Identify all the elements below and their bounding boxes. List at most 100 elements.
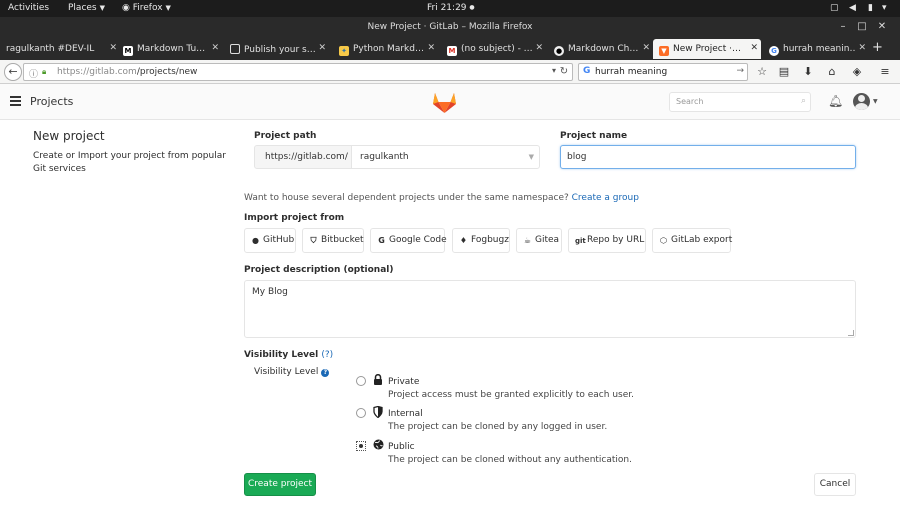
python-icon: ✦: [339, 46, 349, 56]
visibility-public-radio[interactable]: [356, 441, 366, 451]
namespace-hint-text: Want to house several dependent projects…: [244, 193, 569, 203]
app-menu[interactable]: ◉ Firefox ▼: [122, 3, 171, 13]
globe-icon: [372, 439, 384, 451]
arrow-left-icon: ←: [8, 65, 18, 78]
tab-publish[interactable]: Publish your s… ✕: [224, 39, 329, 59]
project-description-textarea[interactable]: My Blog: [244, 280, 856, 338]
close-window-icon[interactable]: ✕: [876, 21, 888, 33]
tab-markdown-tutorial[interactable]: M Markdown Tu… ✕: [117, 39, 222, 59]
app-menu-label: Firefox: [132, 3, 163, 13]
tab-new-project[interactable]: ▼ New Project ·… ✕: [653, 39, 761, 59]
git-icon: git: [575, 237, 586, 245]
close-tab-icon[interactable]: ✕: [109, 43, 117, 53]
bookmark-star-icon[interactable]: ☆: [754, 64, 770, 80]
close-tab-icon[interactable]: ✕: [535, 43, 543, 53]
activities-button[interactable]: Activities: [8, 3, 49, 13]
namespace-hint: Want to house several dependent projects…: [244, 193, 639, 203]
create-project-button[interactable]: Create project: [244, 473, 316, 496]
gitlab-search-input[interactable]: Search ⌕: [669, 92, 811, 112]
avatar[interactable]: [853, 93, 870, 110]
project-name-label: Project name: [560, 131, 628, 141]
clock[interactable]: Fri 21:29 ●: [427, 3, 475, 13]
close-tab-icon[interactable]: ✕: [211, 43, 219, 53]
tab-markdown-cheatsheet[interactable]: ● Markdown Ch… ✕: [548, 39, 653, 59]
firefox-icon: ◉: [122, 3, 130, 13]
import-repo-url-button[interactable]: gitRepo by URL: [568, 228, 646, 253]
library-icon[interactable]: ▤: [776, 64, 792, 80]
window-titlebar: New Project · GitLab – Mozilla Firefox –…: [0, 17, 900, 39]
arrow-right-icon[interactable]: →: [736, 66, 744, 76]
tab-gmail[interactable]: M (no subject) - … ✕: [441, 39, 546, 59]
search-bar[interactable]: G hurrah meaning →: [578, 63, 748, 81]
pocket-icon[interactable]: ◈: [849, 64, 865, 80]
lock-icon[interactable]: 🔒︎: [42, 67, 46, 77]
create-group-link[interactable]: Create a group: [572, 193, 639, 203]
import-github-label: GitHub: [263, 235, 295, 245]
places-menu[interactable]: Places ▼: [68, 3, 105, 13]
chevron-down-icon: ▼: [165, 4, 171, 12]
new-tab-button[interactable]: +: [872, 40, 886, 56]
menu-icon[interactable]: ≡: [877, 64, 893, 80]
close-tab-icon[interactable]: ✕: [318, 43, 326, 53]
system-menu-icon[interactable]: ▾: [882, 3, 887, 13]
url-path: /projects/new: [136, 67, 198, 77]
google-icon: G: [378, 236, 385, 245]
close-tab-icon[interactable]: ✕: [750, 43, 758, 53]
info-icon[interactable]: ⓘ: [29, 67, 38, 80]
resize-handle-icon[interactable]: [848, 330, 854, 336]
google-icon: G: [583, 66, 591, 76]
description-value: My Blog: [252, 287, 288, 297]
maximize-icon[interactable]: □: [856, 21, 868, 33]
visibility-sublabel: Visibility Level?: [254, 367, 330, 377]
gitlab-icon: ⬡: [660, 236, 667, 245]
project-name-input[interactable]: blog: [560, 145, 856, 169]
tab-label: Markdown Ch…: [568, 44, 639, 54]
close-tab-icon[interactable]: ✕: [858, 43, 866, 53]
window-title: New Project · GitLab – Mozilla Firefox: [367, 22, 533, 32]
display-icon[interactable]: ▢: [830, 3, 839, 13]
visibility-private-radio[interactable]: [356, 376, 366, 386]
tab-label: Python Markd…: [353, 44, 424, 54]
question-circle-icon[interactable]: ?: [321, 369, 330, 377]
namespace-select[interactable]: ragulkanth ▼: [351, 145, 540, 169]
url-bar[interactable]: ⓘ 🔒︎ https://gitlab.com/projects/new ▾: [23, 63, 573, 81]
tab-label: (no subject) - …: [461, 44, 532, 54]
import-github-button[interactable]: ● GitHub: [244, 228, 296, 253]
places-label: Places: [68, 3, 97, 13]
import-gitlab-export-button[interactable]: ⬡ GitLab export: [652, 228, 732, 253]
notification-bell-icon[interactable]: 🔔︎: [828, 94, 843, 108]
google-icon: G: [769, 46, 779, 56]
close-tab-icon[interactable]: ✕: [427, 43, 435, 53]
tab-hurrah[interactable]: Ghurrah meanin… ✕: [763, 39, 869, 59]
import-bitbucket-button[interactable]: ⛉ Bitbucket: [302, 228, 364, 253]
back-button[interactable]: ←: [4, 63, 22, 81]
reload-button[interactable]: ↻: [556, 63, 572, 81]
minimize-icon[interactable]: –: [837, 21, 849, 33]
visibility-internal-radio[interactable]: [356, 408, 366, 418]
import-fogbugz-button[interactable]: ♦ Fogbugz: [452, 228, 510, 253]
chevron-down-icon[interactable]: ▼: [873, 98, 878, 105]
search-icon: ⌕: [800, 96, 806, 106]
import-google-code-button[interactable]: G Google Code: [370, 228, 447, 253]
tab-label: Markdown Tu…: [137, 44, 206, 54]
import-gitea-button[interactable]: ☕︎ Gitea: [516, 228, 562, 253]
download-icon[interactable]: ⬇: [800, 64, 816, 80]
battery-icon[interactable]: ▮: [868, 3, 873, 13]
namespace-value: ragulkanth: [360, 152, 409, 162]
cancel-button[interactable]: Cancel: [814, 473, 856, 496]
header-title[interactable]: Projects: [30, 95, 73, 108]
github-icon: ●: [252, 236, 259, 245]
volume-icon[interactable]: ◀: [849, 3, 856, 13]
gitlab-icon: ▼: [659, 46, 669, 56]
tab-dev[interactable]: ragulkanth #DEV-IL ✕: [0, 39, 120, 59]
close-tab-icon[interactable]: ✕: [642, 43, 650, 53]
project-path-label: Project path: [254, 131, 317, 141]
home-icon[interactable]: ⌂: [824, 64, 840, 80]
import-google-code-label: Google Code: [389, 235, 447, 245]
gitlab-logo-icon[interactable]: [432, 90, 457, 114]
chevron-down-icon: ▼: [99, 4, 106, 12]
visibility-help-link[interactable]: (?): [321, 350, 333, 360]
tab-python-markdown[interactable]: ✦ Python Markd… ✕: [333, 39, 438, 59]
hamburger-menu-icon[interactable]: [10, 96, 21, 106]
visibility-private-name: Private: [388, 377, 420, 387]
